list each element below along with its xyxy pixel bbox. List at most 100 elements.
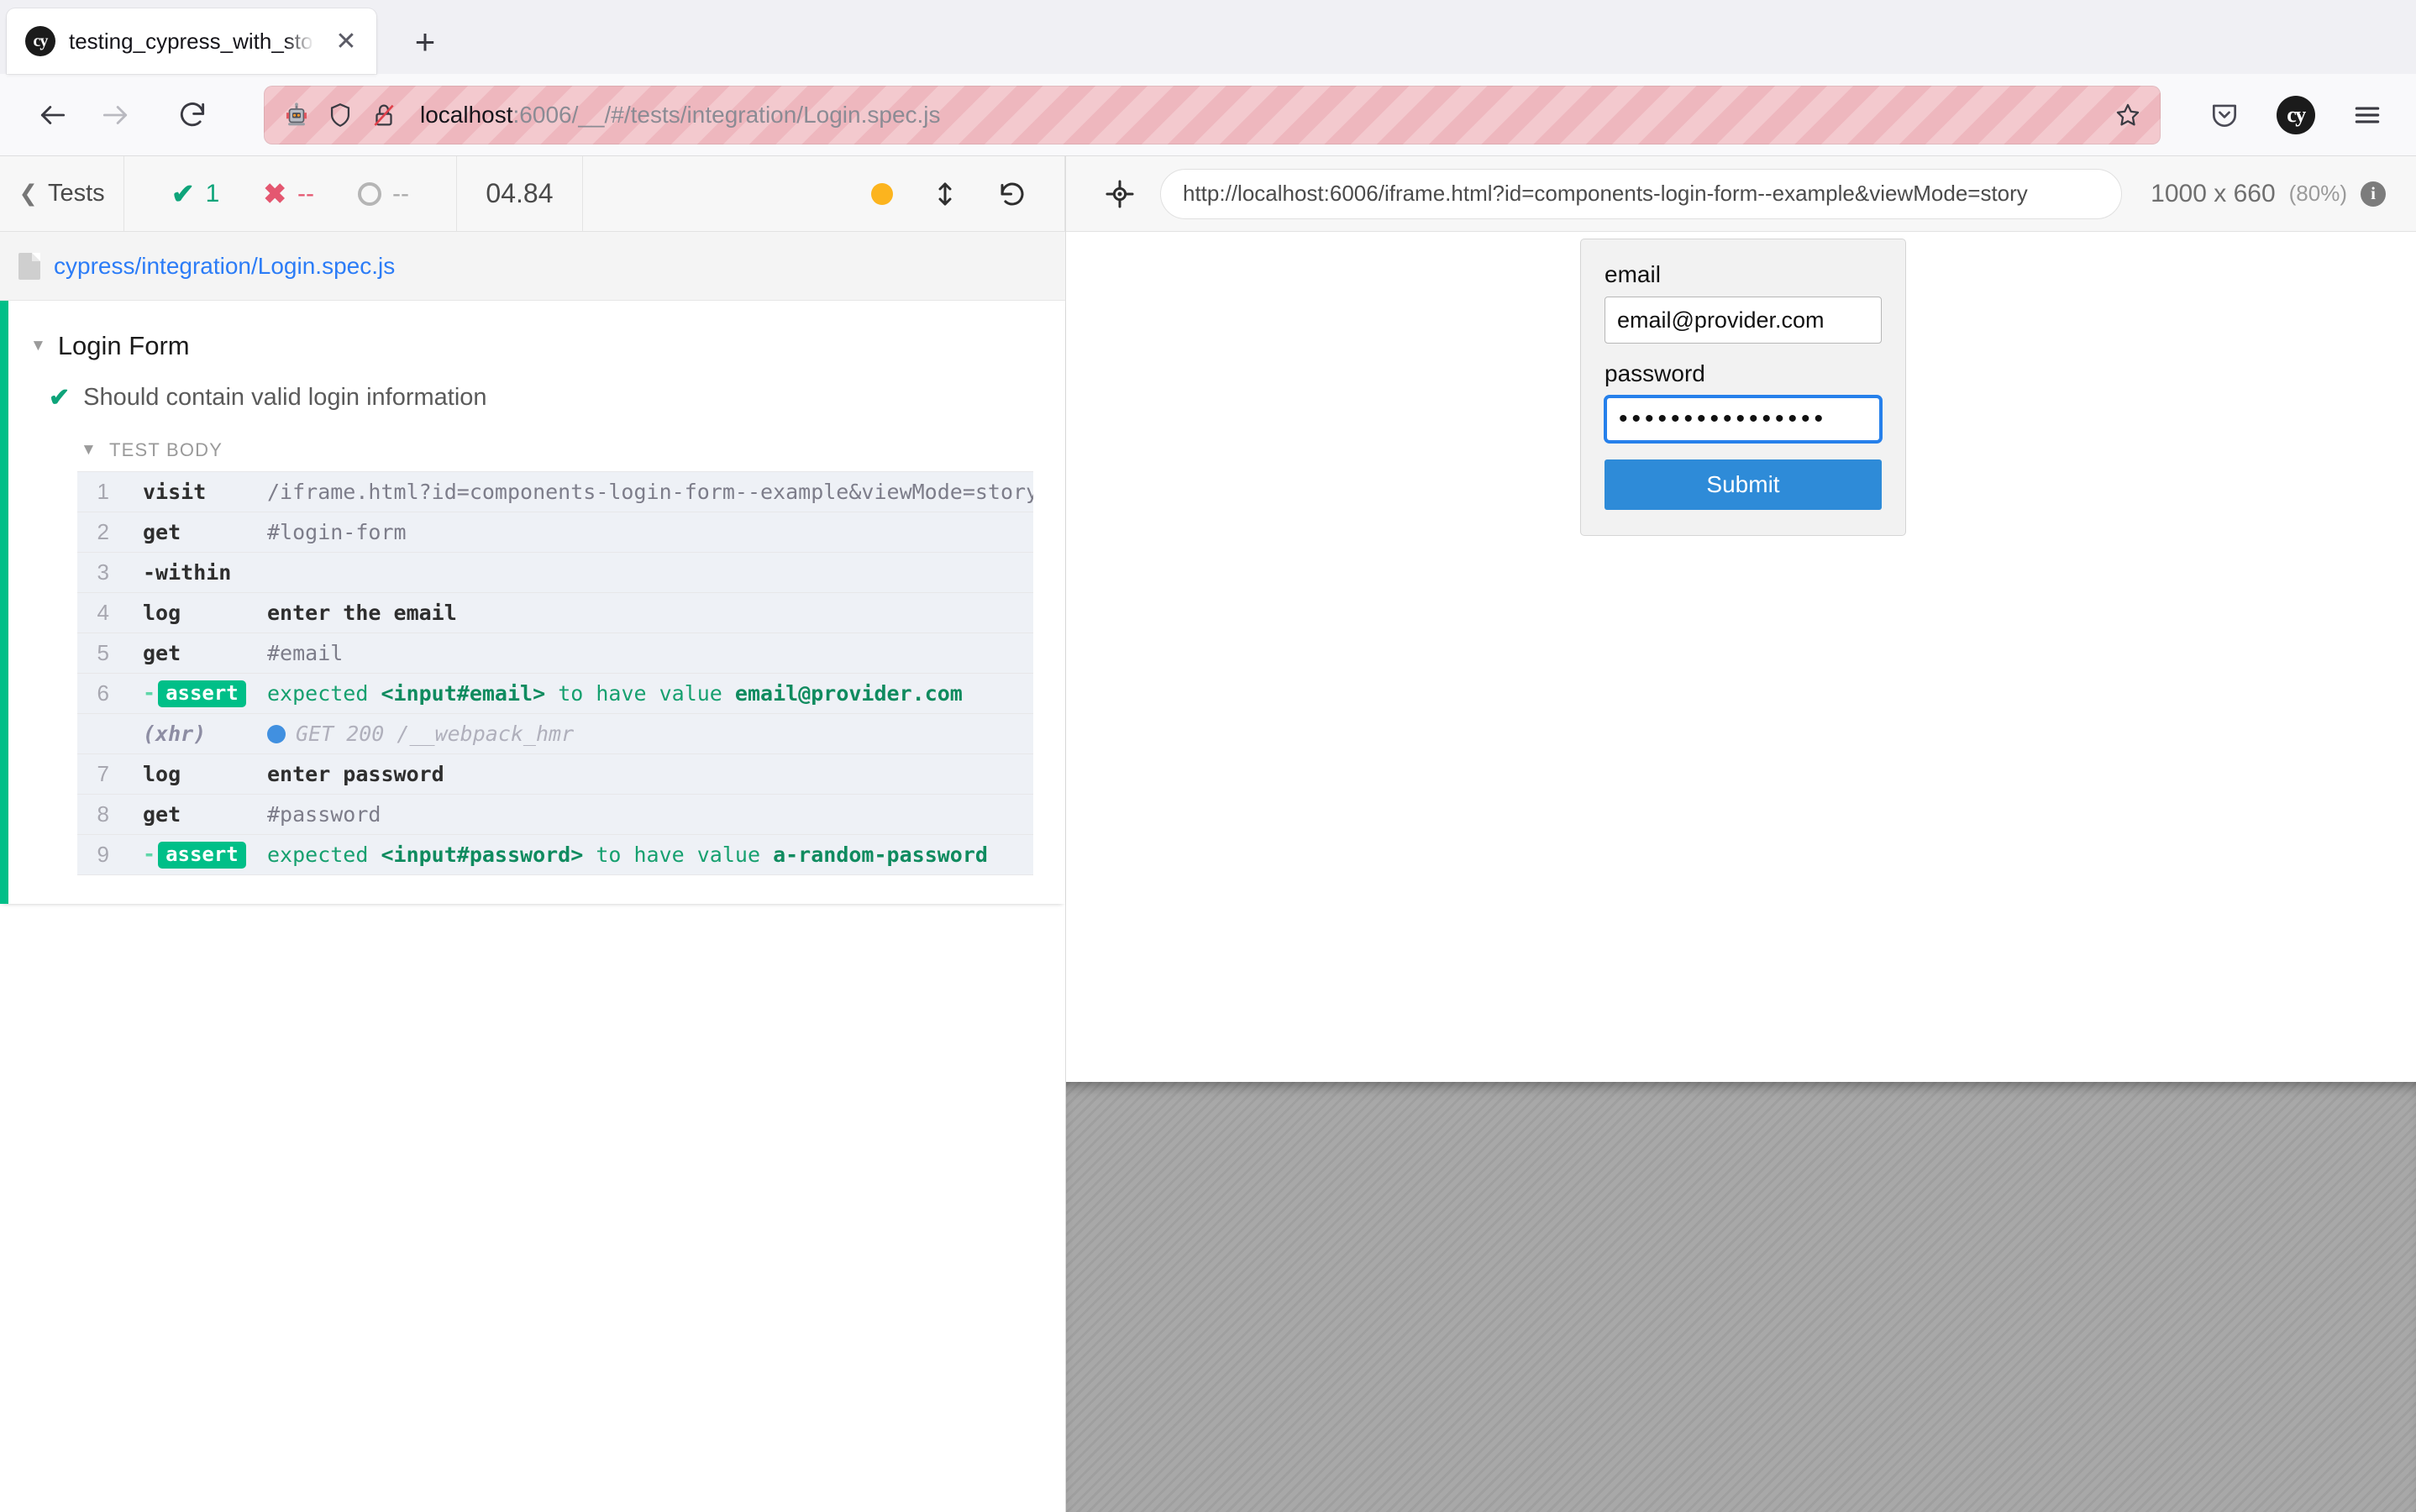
crosshair-icon[interactable] bbox=[1096, 178, 1143, 210]
back-icon[interactable] bbox=[22, 84, 84, 146]
dash-marker: - bbox=[143, 842, 155, 866]
chevron-left-icon: ❮ bbox=[18, 181, 38, 207]
close-icon[interactable]: ✕ bbox=[328, 23, 365, 60]
login-form: email email@provider.com password ••••••… bbox=[1580, 239, 1906, 536]
info-icon[interactable]: i bbox=[2361, 181, 2386, 207]
assert-value: a-random-password bbox=[773, 843, 988, 867]
command-number: 5 bbox=[77, 640, 124, 666]
command-name: -within bbox=[124, 560, 267, 585]
command-row[interactable]: (xhr)GET 200 /__webpack_hmr bbox=[77, 714, 1033, 754]
file-icon bbox=[18, 253, 40, 280]
forward-icon bbox=[84, 84, 146, 146]
new-tab-button[interactable]: + bbox=[402, 18, 449, 66]
command-row[interactable]: 4logenter the email bbox=[77, 593, 1033, 633]
command-message: #password bbox=[267, 802, 1033, 827]
command-row[interactable]: 7logenter password bbox=[77, 754, 1033, 795]
aut-viewport: email email@provider.com password ••••••… bbox=[1066, 232, 2416, 1512]
email-field[interactable]: email@provider.com bbox=[1605, 297, 1882, 344]
hamburger-menu-icon[interactable] bbox=[2340, 88, 2394, 142]
command-row[interactable]: 8get#password bbox=[77, 795, 1033, 835]
suite-title[interactable]: ▼ Login Form bbox=[8, 319, 1065, 373]
reload-icon[interactable] bbox=[161, 84, 223, 146]
auto-scroll-icon[interactable] bbox=[930, 179, 960, 209]
command-message: GET 200 /__webpack_hmr bbox=[267, 722, 1033, 746]
cypress-extension-icon[interactable]: cy bbox=[2277, 96, 2315, 134]
command-row[interactable]: 9-assertexpected <input#password> to hav… bbox=[77, 835, 1033, 875]
command-name: (xhr) bbox=[124, 722, 267, 746]
viewport-dimensions: 1000 x 660 bbox=[2151, 180, 2275, 208]
command-number: 1 bbox=[77, 479, 124, 505]
command-number: 6 bbox=[77, 680, 124, 706]
chevron-down-icon[interactable]: ▼ bbox=[81, 441, 97, 459]
command-number: 7 bbox=[77, 761, 124, 787]
reporter-header: ❮ Tests ✔ 1 ✖ -- -- 04.84 bbox=[0, 156, 1065, 232]
browser-tab[interactable]: cy testing_cypress_with_storybook ✕ bbox=[7, 8, 376, 74]
check-icon: ✔ bbox=[171, 177, 195, 210]
url-path: :6006/__/#/tests/integration/Login.spec.… bbox=[513, 102, 941, 128]
robot-automation-icon bbox=[282, 101, 311, 129]
cypress-logo-icon: cy bbox=[25, 26, 55, 56]
chevron-down-icon[interactable]: ▼ bbox=[30, 337, 46, 355]
command-row[interactable]: 1visit/iframe.html?id=components-login-f… bbox=[77, 472, 1033, 512]
runnable-suite: ▼ Login Form ✔ Should contain valid logi… bbox=[0, 301, 1065, 904]
cypress-reporter: ❮ Tests ✔ 1 ✖ -- -- 04.84 bbox=[0, 156, 1065, 1512]
test-body-header[interactable]: ▼ TEST BODY bbox=[8, 426, 1065, 471]
toolbar-right: cy bbox=[2198, 88, 2394, 142]
stat-passed: ✔ 1 bbox=[150, 177, 241, 210]
stat-pending: -- bbox=[336, 180, 431, 208]
restart-icon[interactable] bbox=[997, 179, 1027, 209]
command-message: #email bbox=[267, 641, 1033, 665]
command-row[interactable]: 3-within bbox=[77, 553, 1033, 593]
command-row[interactable]: 6-assertexpected <input#email> to have v… bbox=[77, 674, 1033, 714]
test-title-label: Should contain valid login information bbox=[83, 384, 486, 412]
star-icon[interactable] bbox=[2114, 101, 2142, 129]
command-name: -assert bbox=[124, 842, 267, 869]
x-icon: ✖ bbox=[263, 177, 286, 210]
navigation-toolbar: localhost:6006/__/#/tests/integration/Lo… bbox=[0, 74, 2416, 156]
url-text: localhost:6006/__/#/tests/integration/Lo… bbox=[413, 102, 2098, 129]
command-number: 8 bbox=[77, 801, 124, 827]
email-label: email bbox=[1605, 261, 1882, 288]
test-title[interactable]: ✔ Should contain valid login information bbox=[8, 373, 1065, 426]
command-message: expected <input#password> to have value … bbox=[267, 843, 1033, 867]
command-row[interactable]: 2get#login-form bbox=[77, 512, 1033, 553]
command-name: log bbox=[124, 762, 267, 786]
password-label: password bbox=[1605, 360, 1882, 387]
url-host: localhost bbox=[420, 102, 513, 128]
command-number: 9 bbox=[77, 842, 124, 868]
test-stats: ✔ 1 ✖ -- -- bbox=[124, 156, 457, 231]
viewport-scale: (80%) bbox=[2289, 181, 2347, 207]
shield-icon[interactable] bbox=[326, 101, 355, 129]
stat-failed: ✖ -- bbox=[241, 177, 336, 210]
aut-header: http://localhost:6006/iframe.html?id=com… bbox=[1066, 156, 2416, 232]
runnables-wrapper: ▼ Login Form ✔ Should contain valid logi… bbox=[0, 301, 1065, 904]
stat-failed-count: -- bbox=[297, 180, 314, 208]
command-log: 1visit/iframe.html?id=components-login-f… bbox=[77, 471, 1033, 875]
assert-subject: <input#email> bbox=[381, 681, 545, 706]
viewport-overflow-stripes bbox=[1066, 1082, 2416, 1512]
pocket-icon[interactable] bbox=[2198, 88, 2251, 142]
command-name: -assert bbox=[124, 680, 267, 707]
dash-marker: - bbox=[143, 680, 155, 705]
spec-file-path[interactable]: cypress/integration/Login.spec.js bbox=[0, 232, 1065, 301]
cypress-runner: ❮ Tests ✔ 1 ✖ -- -- 04.84 bbox=[0, 156, 2416, 1512]
assert-badge: assert bbox=[158, 680, 246, 707]
tab-title: testing_cypress_with_storybook bbox=[69, 29, 314, 55]
lock-crossed-icon[interactable] bbox=[370, 101, 398, 129]
tab-strip: cy testing_cypress_with_storybook ✕ + bbox=[0, 0, 2416, 74]
suite-title-label: Login Form bbox=[58, 331, 190, 361]
command-message: enter the email bbox=[267, 601, 1033, 625]
command-message: expected <input#email> to have value ema… bbox=[267, 681, 1033, 706]
address-bar[interactable]: localhost:6006/__/#/tests/integration/Lo… bbox=[264, 86, 2161, 144]
test-body-label: TEST BODY bbox=[109, 439, 223, 461]
aut-url-field[interactable]: http://localhost:6006/iframe.html?id=com… bbox=[1160, 169, 2122, 219]
submit-button[interactable]: Submit bbox=[1605, 459, 1882, 510]
status-dot-icon bbox=[871, 183, 893, 205]
command-number: 3 bbox=[77, 559, 124, 585]
command-number: 4 bbox=[77, 600, 124, 626]
command-row[interactable]: 5get#email bbox=[77, 633, 1033, 674]
reporter-controls bbox=[583, 156, 1065, 231]
spec-path-label[interactable]: cypress/integration/Login.spec.js bbox=[54, 253, 395, 280]
back-to-tests-button[interactable]: ❮ Tests bbox=[0, 156, 124, 231]
password-field[interactable]: •••••••••••••••• bbox=[1605, 396, 1882, 443]
